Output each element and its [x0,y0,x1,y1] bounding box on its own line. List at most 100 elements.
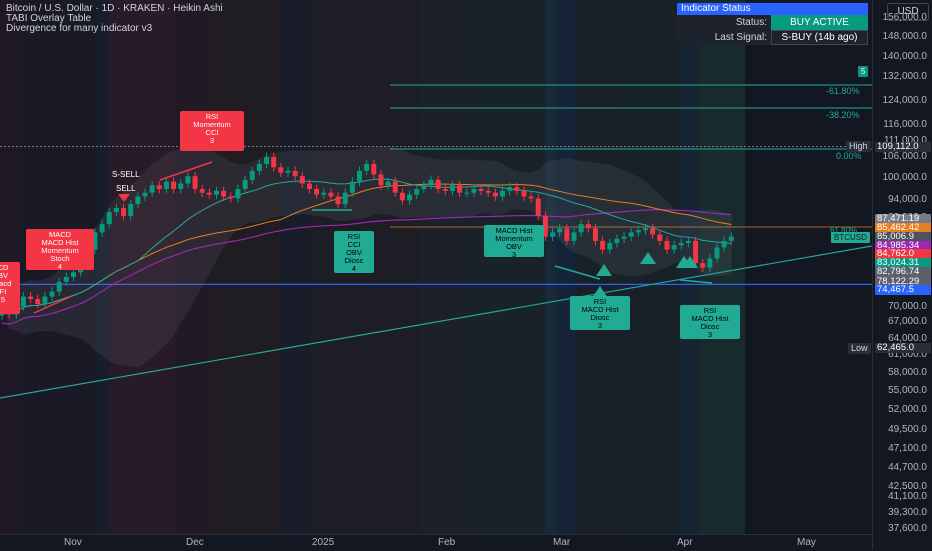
candle-body [643,228,648,231]
candle-body [249,170,255,180]
price-tick: 39,300.0 [888,507,927,518]
candle-body [585,224,591,229]
candle-body [407,194,413,201]
candle-body [392,181,398,193]
candle-body [571,232,577,241]
symbol-label: BTCUSD [831,232,870,243]
bull-signal-rsi-macd-diosc-1[interactable]: RSI MACD Hist Diosc 3 [570,296,630,330]
candle-body [20,296,26,307]
sell-label: SELL [116,184,136,193]
candle-body [163,181,169,189]
price-tick: 55,000.0 [888,385,927,396]
legend-indicator-divergence[interactable]: Divergence for many indicator v3 [6,24,223,34]
candle-body [299,176,305,184]
status-label: Status: [677,15,771,30]
bull-signal-macd-momentum[interactable]: MACD Hist Momentum OBV 3 [484,225,544,259]
candle-body [328,192,334,197]
bull-signal-rsi-cci-obv[interactable]: RSI CCI OBV Diosc 4 [334,231,374,273]
candle-body [528,196,534,199]
candle-body [435,179,441,189]
time-tick: Dec [186,537,204,548]
candle-body [199,188,205,193]
candle-body [457,185,463,193]
candle-body [271,156,277,168]
candle-body [214,190,219,195]
candle-body [171,181,177,189]
candle-body [464,192,470,194]
price-tick: 37,600.0 [888,523,927,534]
session-band [420,0,470,534]
signal-text: CD BV Vacd FI 5 [0,263,12,304]
candle-body [421,185,427,189]
candle-body [35,299,41,305]
candle-body [564,228,570,241]
signal-text: RSI MACD Hist Diosc 3 [581,297,619,330]
price-tick: 58,000.0 [888,367,927,378]
signal-text: RSI Momentum CCI 3 [193,112,231,145]
chart-area[interactable]: Bitcoin / U.S. Dollar · 1D · KRAKEN · He… [0,0,872,534]
candle-body [607,243,613,250]
bear-signal-macd-stoch[interactable]: MACD MACD Hist Momentum Stoch 4 [26,229,94,271]
fib-level-5-marker: 5 [858,66,869,77]
high-label: High [846,141,871,152]
candle-body [557,228,563,233]
price-tick: 49,500.0 [888,424,927,435]
candle-body [485,190,491,193]
candle-body [285,170,291,173]
candle-body [507,187,513,191]
signal-text: RSI MACD Hist Diosc 3 [691,306,729,339]
bear-signal-rsi-momentum-cci[interactable]: RSI Momentum CCI 3 [180,111,244,151]
candle-body [614,238,620,244]
candle-body [113,208,119,213]
candle-body [521,190,527,197]
candle-body [185,176,191,184]
price-tick: 94,000.0 [888,194,927,205]
candle-body [535,198,541,217]
price-chart[interactable] [0,0,872,534]
bear-signal-partial[interactable]: CD BV Vacd FI 5 [0,262,20,314]
indicator-status-table: Indicator Status Status: BUY ACTIVE Last… [677,3,868,45]
last-signal-label: Last Signal: [677,30,771,45]
candle-body [142,192,148,197]
candle-body [414,188,420,195]
session-band [470,0,545,534]
candle-body [99,224,105,233]
candle-body [700,263,706,268]
time-tick: Mar [553,537,571,548]
candle-body [592,228,598,241]
candle-body [63,277,69,282]
candle-body [149,185,155,193]
candle-body [707,258,713,268]
candle-body [449,185,455,191]
price-label: 74,467.5 [875,285,931,295]
candle-body [121,208,127,217]
price-tick: 106,000.0 [882,151,928,162]
price-tick: 140,000.0 [882,51,928,62]
candle-body [357,170,362,182]
candle-body [378,174,384,186]
price-label: 62,465.0 [875,343,931,353]
candle-body [178,183,184,189]
indicator-status-row: Status: BUY ACTIVE [677,15,868,30]
fib-level-neg-382: -38.20% [826,110,860,120]
candle-body [192,176,198,189]
candle-body [256,163,262,171]
candle-body [28,296,34,300]
candle-body [278,167,284,173]
candle-body [71,272,76,278]
candle-body [600,240,606,250]
candle-body [135,196,141,205]
candle-body [721,240,727,248]
price-label: 109,112.0 [875,142,931,152]
candle-body [514,187,520,191]
time-axis[interactable]: Nov Dec 2025 Feb Mar Apr May [0,534,872,551]
candle-body [349,181,355,193]
candle-body [321,192,327,195]
candle-body [228,196,234,199]
candle-body [621,236,627,239]
candle-body [492,192,498,197]
price-axis[interactable]: USD 156,000.0 148,000.0 140,000.0 132,000.0… [872,0,932,550]
session-band [280,0,310,534]
candle-body [221,190,227,197]
bull-signal-rsi-macd-diosc-2[interactable]: RSI MACD Hist Diosc 3 [680,305,740,339]
